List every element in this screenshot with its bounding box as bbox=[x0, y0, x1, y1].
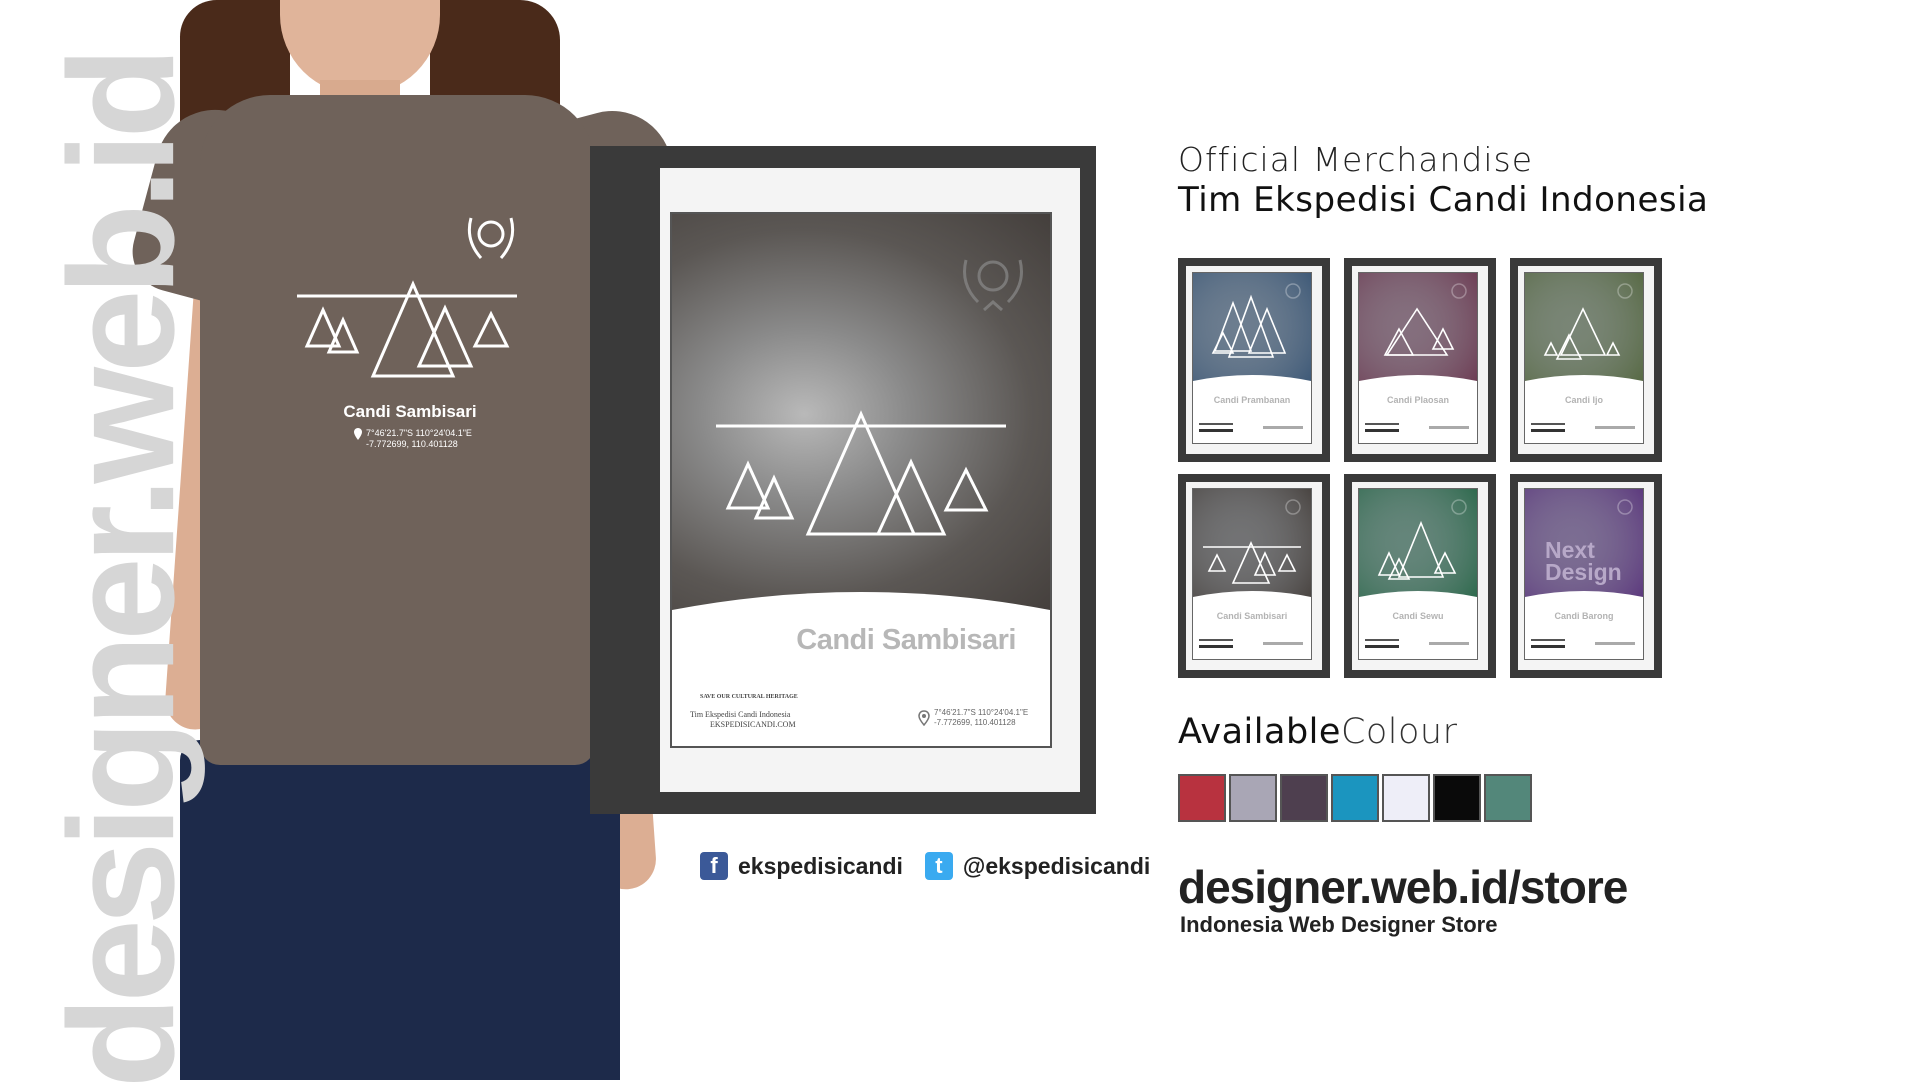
design-card-paper: Candi Plaosan bbox=[1358, 272, 1478, 444]
colour-swatch[interactable] bbox=[1484, 774, 1532, 822]
colour-swatch[interactable] bbox=[1331, 774, 1379, 822]
location-pin-icon bbox=[918, 710, 930, 726]
twitter-icon[interactable]: t bbox=[924, 852, 953, 880]
design-card[interactable]: Candi Sambisari bbox=[1178, 474, 1330, 678]
design-card[interactable]: Candi Sewu bbox=[1344, 474, 1496, 678]
colour-swatches bbox=[1178, 774, 1532, 822]
design-card-footer-line bbox=[1199, 429, 1233, 432]
facebook-icon[interactable]: f bbox=[700, 852, 728, 880]
design-card-art-icon bbox=[1359, 273, 1477, 391]
design-card-label: Candi Ijo bbox=[1565, 395, 1603, 405]
store-url[interactable]: designer.web.id/store bbox=[1178, 860, 1628, 914]
next-design-line2: Design bbox=[1545, 559, 1622, 585]
colour-swatch[interactable] bbox=[1229, 774, 1277, 822]
design-card-footer-line bbox=[1595, 426, 1635, 429]
design-card-label: Candi Barong bbox=[1554, 611, 1614, 621]
design-card-label: Candi Sewu bbox=[1392, 611, 1444, 621]
design-card-footer-line bbox=[1365, 645, 1399, 648]
design-card-art-icon bbox=[1359, 489, 1477, 607]
header-line2: Tim Ekspedisi Candi Indonesia bbox=[1178, 180, 1709, 220]
design-card-art-icon bbox=[1525, 273, 1643, 391]
colour-swatch[interactable] bbox=[1178, 774, 1226, 822]
design-card-art-icon bbox=[1193, 489, 1311, 607]
temple-triangles-icon bbox=[716, 410, 1006, 536]
poster-tagline: SAVE OUR CULTURAL HERITAGE bbox=[700, 694, 798, 700]
design-card-footer-line bbox=[1531, 429, 1565, 432]
design-card-footer-line bbox=[1429, 642, 1469, 645]
design-card-footer-line bbox=[1365, 423, 1399, 425]
design-card-footer-line bbox=[1263, 642, 1303, 645]
design-card-footer-line bbox=[1199, 423, 1233, 425]
design-card-paper: Candi Sewu bbox=[1358, 488, 1478, 660]
design-card-paper: Next Design Candi Barong bbox=[1524, 488, 1644, 660]
poster: Candi Sambisari SAVE OUR CULTURAL HERITA… bbox=[670, 212, 1052, 748]
poster-title: Candi Sambisari bbox=[796, 624, 1016, 656]
design-card-footer-line bbox=[1531, 639, 1565, 641]
design-card-footer-line bbox=[1531, 423, 1565, 425]
design-card-footer-line bbox=[1365, 429, 1399, 432]
poster-org: Tim Ekspedisi Candi Indonesia bbox=[690, 710, 791, 719]
design-card[interactable]: Next Design Candi Barong bbox=[1510, 474, 1662, 678]
colour-word: Colour bbox=[1340, 712, 1458, 752]
social-links: f ekspedisicandi t @ekspedisicandi bbox=[700, 852, 1150, 880]
laurel-logo-icon bbox=[963, 259, 1023, 312]
shirt-coords: 7°46'21.7"S 110°24'04.1"E -7.772699, 110… bbox=[352, 428, 472, 450]
design-card[interactable]: Candi Plaosan bbox=[1344, 258, 1496, 462]
design-card-paper: Candi Sambisari bbox=[1192, 488, 1312, 660]
header-line1: Official Merchandise bbox=[1178, 140, 1533, 179]
shirt-title: Candi Sambisari bbox=[343, 402, 477, 421]
design-grid: Candi Prambanan Candi Plaosan Candi Ijo Can… bbox=[1178, 258, 1668, 686]
design-card-footer-line bbox=[1429, 426, 1469, 429]
twitter-handle[interactable]: @ekspedisicandi bbox=[963, 853, 1150, 880]
design-card-footer-line bbox=[1365, 639, 1399, 641]
design-card-footer-line bbox=[1263, 426, 1303, 429]
poster-coords-dec: -7.772699, 110.401128 bbox=[934, 718, 1016, 727]
design-card-label: Candi Prambanan bbox=[1213, 395, 1291, 405]
design-card-footer-line bbox=[1531, 645, 1565, 648]
facebook-handle[interactable]: ekspedisicandi bbox=[738, 853, 903, 880]
design-card-footer-line bbox=[1199, 645, 1233, 648]
design-card-paper: Candi Ijo bbox=[1524, 272, 1644, 444]
watermark-text: designer.web.id bbox=[37, 52, 206, 1088]
poster-site: EKSPEDISICANDI.COM bbox=[710, 720, 796, 729]
design-card-label: Candi Sambisari bbox=[1216, 611, 1288, 621]
shirt-coords-dec: -7.772699, 110.401128 bbox=[366, 439, 458, 449]
available-word: Available bbox=[1178, 712, 1341, 752]
colour-swatch[interactable] bbox=[1433, 774, 1481, 822]
design-card[interactable]: Candi Ijo bbox=[1510, 258, 1662, 462]
poster-coords-dms: 7°46'21.7"S 110°24'04.1"E bbox=[934, 708, 1029, 717]
next-design-line1: Next bbox=[1545, 537, 1595, 563]
shirt-coords-dms: 7°46'21.7"S 110°24'04.1"E bbox=[366, 428, 472, 438]
design-card-footer-line bbox=[1595, 642, 1635, 645]
colour-swatch[interactable] bbox=[1382, 774, 1430, 822]
available-colour-heading: AvailableColour bbox=[1178, 712, 1458, 752]
design-card-footer-line bbox=[1199, 639, 1233, 641]
design-card-label: Candi Plaosan bbox=[1386, 395, 1449, 405]
design-card-paper: Candi Prambanan bbox=[1192, 272, 1312, 444]
colour-swatch[interactable] bbox=[1280, 774, 1328, 822]
store-subtitle: Indonesia Web Designer Store bbox=[1180, 912, 1498, 937]
model-jeans bbox=[180, 740, 620, 1080]
design-card-art-icon bbox=[1193, 273, 1311, 391]
next-design-text: Next Design bbox=[1545, 537, 1622, 585]
design-card[interactable]: Candi Prambanan bbox=[1178, 258, 1330, 462]
watermark: designer.web.id bbox=[38, 52, 206, 1087]
